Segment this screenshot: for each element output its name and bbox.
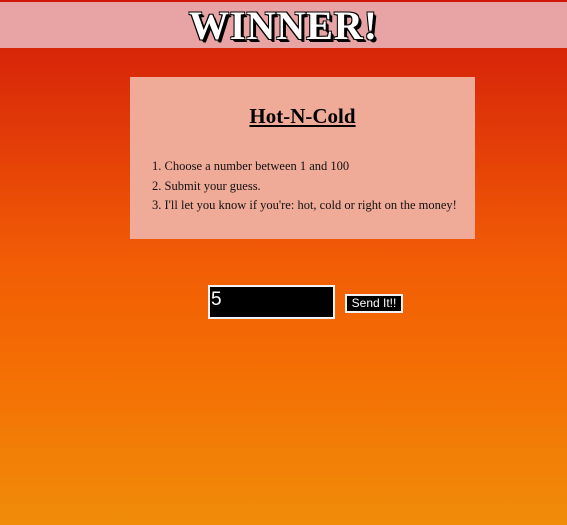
guess-input[interactable] (208, 285, 335, 319)
instruction-step: 1. Choose a number between 1 and 100 (152, 159, 350, 173)
result-banner: WINNER! (0, 2, 567, 48)
result-title: WINNER! (188, 3, 379, 48)
instruction-step: 2. Submit your guess. (152, 178, 261, 193)
game-title: Hot-N-Cold (249, 104, 356, 128)
instruction-step: 3. I'll let you know if you're: hot, col… (152, 198, 457, 212)
instructions-list: 1. Choose a number between 1 and 100 2. … (152, 157, 457, 216)
send-button[interactable]: Send It!! (345, 294, 403, 313)
instructions-card: Hot-N-Cold 1. Choose a number between 1 … (130, 77, 475, 239)
